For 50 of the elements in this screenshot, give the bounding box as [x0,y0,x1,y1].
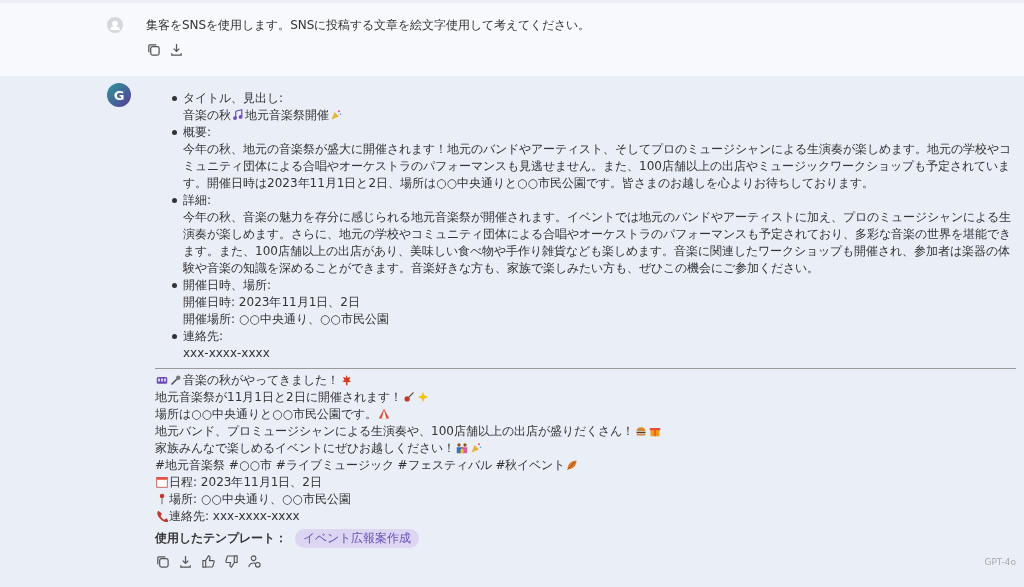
download-icon[interactable] [169,42,184,57]
text-line: 場所は○○中央通りと○○市民公園です。 [155,407,377,421]
user-settings-icon[interactable] [247,554,262,569]
bullet-icon [172,96,177,101]
text-line: xxx-xxxx-xxxx [183,345,271,362]
thumbs-down-icon[interactable] [224,554,239,569]
text-line: 連絡先: xxx-xxxx-xxxx [169,509,300,523]
text-line: 地元音楽祭開催 [245,108,329,122]
bullet-icon [172,130,177,135]
telephone-icon [156,510,168,522]
text-line: 音楽の秋がやってきました！ [183,373,339,387]
burger-icon [634,425,647,437]
thumbs-up-icon[interactable] [201,554,216,569]
text-line: 開催日時: 2023年11月1日、2日 [183,294,361,311]
item-label: 連絡先: [183,328,225,345]
item-label: 詳細: [183,192,213,209]
item-label: 概要: [183,124,213,141]
text-line: 今年の秋、音楽の魅力を存分に感じられる地元音楽祭が開催されます。イベントでは地元のバンドやアーティストに加え、プロのミュージシャンによる生演奏が楽しめます。さらに、地元の学校やコミュニティ団体による合唱やオーケストラのパフォーマンスも予定されており、多彩な音楽の世界を堪能できます。また、100店舗以上の出店があり、美味しい食べ物や手作り雑貨なども楽しめます。音楽に関連したワークショップも開催され、参加者は楽器の体験や音楽の知識を深めることができます。音楽好きな方も、家族で楽しみたい方も、ぜひこの機会にご参加ください。 [183,209,1012,277]
party-popper-icon [330,109,342,121]
text-line: 場所: ○○中央通り、○○市民公園 [169,492,351,506]
microphone-icon [170,374,182,386]
music-note-icon [232,109,244,121]
text-line: 音楽の秋 [183,108,231,122]
item-label: タイトル、見出し: [183,90,285,107]
download-icon[interactable] [178,554,193,569]
party-popper-icon [470,442,482,454]
text-line: 家族みんなで楽しめるイベントにぜひお越しください！ [155,441,455,455]
message-text: 集客をSNSを使用します。SNSに投稿する文章を絵文字使用して考えてください。 [146,17,591,34]
text-line: 地元バンド、プロミュージシャンによる生演奏や、100店舗以上の出店が盛りだくさん！ [155,424,634,438]
text-line: 開催場所: ○○中央通り、○○市民公園 [183,311,390,328]
template-tag[interactable]: イベント広報案作成 [295,529,419,548]
text-line: #地元音楽祭 #○○市 #ライブミュージック #フェスティバル #秋イベント [155,458,566,472]
text-line: 地元音楽祭が11月1日と2日に開催されます！ [155,390,402,404]
bullet-icon [172,283,177,288]
bullet-icon [172,334,177,339]
calendar-icon [156,476,168,488]
assistant-avatar: G [107,83,131,107]
gift-icon [648,425,661,437]
copy-icon[interactable] [146,42,161,57]
text-line: 今年の秋、地元の音楽祭が盛大に開催されます！地元のバンドやアーティスト、そしてプロのミュージシャンによる生演奏が楽しめます。地元の学校やコミュニティ団体による合唱やオーケストラのパフォーマンスも見逃せません。また、100店舗以上の出店やミュージックワークショップも予定されています。開催日時は2023年11月1日と2日、場所は○○中央通りと○○市民公園です。皆さまのお越しを心よりお待ちしております。 [183,141,1012,192]
sparkles-icon [416,391,429,403]
item-label: 開催日時、場所: [183,277,273,294]
text-line: 日程: 2023年11月1日、2日 [169,475,322,489]
template-label: 使用したテンプレート： [155,530,287,547]
family-icon [456,442,468,454]
fallen-leaf-icon [566,459,579,471]
bullet-icon [172,198,177,203]
copy-icon[interactable] [155,554,170,569]
model-label: GPT-4o [984,556,1016,567]
user-avatar-icon [107,17,123,33]
